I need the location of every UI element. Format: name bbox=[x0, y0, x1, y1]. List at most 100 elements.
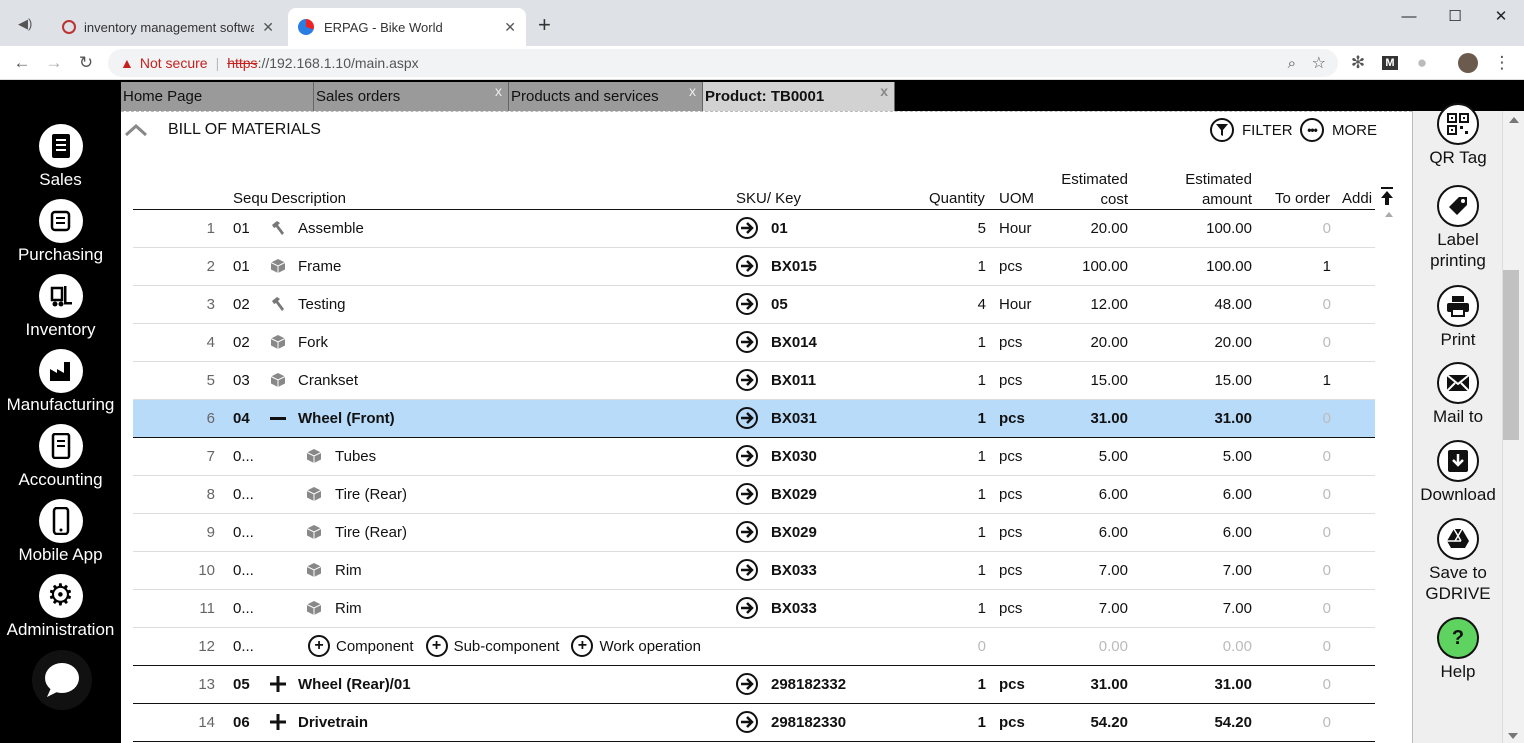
table-row[interactable]: 10 0... Rim BX033 1 pcs 7.00 7.00 0 bbox=[133, 552, 1375, 590]
extension-gear-icon[interactable]: ✻ bbox=[1346, 51, 1370, 75]
maximize-icon[interactable]: ☐ bbox=[1432, 0, 1478, 32]
row-estimated-amount: 100.00 bbox=[1206, 258, 1252, 275]
add-component-button[interactable]: + Component bbox=[308, 635, 414, 657]
security-status[interactable]: Not secure bbox=[140, 55, 208, 71]
print-button[interactable]: Print bbox=[1413, 285, 1503, 350]
close-tab-icon[interactable]: x bbox=[689, 83, 696, 99]
bookmark-star-icon[interactable]: ☆ bbox=[1312, 53, 1326, 73]
col-header-quantity[interactable]: Quantity bbox=[929, 190, 985, 207]
col-header-estimated-cost[interactable]: Estimated cost bbox=[1040, 170, 1128, 210]
tab-label: Sales orders bbox=[316, 88, 401, 105]
col-header-to-order[interactable]: To order bbox=[1275, 190, 1330, 207]
sidebar-item-label: Sales bbox=[39, 170, 82, 189]
col-header-estimated-amount[interactable]: Estimated amount bbox=[1160, 170, 1252, 210]
minimize-icon[interactable]: — bbox=[1386, 0, 1432, 32]
row-estimated-cost: 6.00 bbox=[1098, 486, 1128, 503]
browser-tab-inventory[interactable]: inventory management software ✕ bbox=[52, 8, 284, 46]
close-tab-icon[interactable]: x bbox=[880, 83, 888, 99]
sidebar-item-manufacturing[interactable]: Manufacturing bbox=[0, 349, 121, 415]
table-row[interactable]: 1 01 Assemble 01 5 Hour 20.00 100.00 0 bbox=[133, 210, 1375, 248]
open-item-arrow-icon[interactable] bbox=[736, 217, 758, 239]
collapse-chevron-icon[interactable] bbox=[124, 122, 148, 138]
col-header-additional[interactable]: Addi bbox=[1342, 190, 1375, 207]
chat-bubble-icon[interactable] bbox=[32, 650, 92, 710]
expand-plus-icon[interactable] bbox=[270, 676, 286, 692]
sidebar-item-inventory[interactable]: Inventory bbox=[0, 274, 121, 340]
close-tab-icon[interactable]: ✕ bbox=[262, 19, 274, 36]
save-to-gdrive-button[interactable]: Save to GDRIVE bbox=[1413, 518, 1503, 604]
sidebar-item-mobile-app[interactable]: Mobile App bbox=[0, 499, 121, 565]
download-button[interactable]: Download bbox=[1413, 440, 1503, 505]
label-printing-button[interactable]: Label printing bbox=[1413, 185, 1503, 271]
tab-products-and-services[interactable]: Products and services x bbox=[509, 82, 703, 111]
mail-to-button[interactable]: Mail to bbox=[1413, 362, 1503, 427]
row-number: 2 bbox=[206, 258, 215, 275]
row-estimated-cost: 31.00 bbox=[1090, 410, 1128, 427]
add-sub-component-button[interactable]: + Sub-component bbox=[425, 635, 559, 657]
audio-icon[interactable]: ◀) bbox=[18, 16, 32, 32]
tab-sales-orders[interactable]: Sales orders x bbox=[314, 82, 509, 111]
more-button[interactable]: ••• MORE bbox=[1300, 118, 1377, 142]
sidebar-item-accounting[interactable]: Accounting bbox=[0, 424, 121, 490]
forward-icon[interactable]: → bbox=[42, 51, 66, 75]
open-item-arrow-icon[interactable] bbox=[736, 673, 758, 695]
table-row[interactable]: 3 02 Testing 05 4 Hour 12.00 48.00 0 bbox=[133, 286, 1375, 324]
tab-product-tb0001[interactable]: Product: TB0001 x bbox=[703, 82, 895, 111]
browser-tab-erpag[interactable]: ERPAG - Bike World ✕ bbox=[288, 8, 526, 46]
warning-icon: ▲ bbox=[120, 55, 134, 71]
back-icon[interactable]: ← bbox=[10, 51, 34, 75]
sidebar-item-administration[interactable]: ⚙ Administration bbox=[0, 574, 121, 640]
qr-tag-button[interactable]: QR Tag bbox=[1413, 103, 1503, 168]
open-item-arrow-icon[interactable] bbox=[736, 483, 758, 505]
col-header-uom[interactable]: UOM bbox=[999, 190, 1034, 207]
new-tab-button[interactable]: + bbox=[538, 12, 551, 38]
table-row[interactable]: 7 0... Tubes BX030 1 pcs 5.00 5.00 0 bbox=[133, 438, 1375, 476]
table-row[interactable]: 11 0... Rim BX033 1 pcs 7.00 7.00 0 bbox=[133, 590, 1375, 628]
sidebar-item-sales[interactable]: Sales bbox=[0, 124, 121, 190]
expand-plus-icon[interactable] bbox=[270, 714, 286, 730]
open-item-arrow-icon[interactable] bbox=[736, 255, 758, 277]
collapse-minus-icon[interactable] bbox=[270, 410, 286, 426]
table-row[interactable]: 5 03 Crankset BX011 1 pcs 15.00 15.00 1 bbox=[133, 362, 1375, 400]
close-window-icon[interactable]: ✕ bbox=[1478, 0, 1524, 32]
close-tab-icon[interactable]: ✕ bbox=[504, 19, 516, 36]
table-row[interactable]: 4 02 Fork BX014 1 pcs 20.00 20.00 0 bbox=[133, 324, 1375, 362]
col-header-line: Estimated bbox=[1061, 171, 1128, 188]
open-item-arrow-icon[interactable] bbox=[736, 521, 758, 543]
open-item-arrow-icon[interactable] bbox=[736, 559, 758, 581]
table-row[interactable]: 2 01 Frame BX015 1 pcs 100.00 100.00 1 bbox=[133, 248, 1375, 286]
sidebar-item-purchasing[interactable]: Purchasing bbox=[0, 199, 121, 265]
open-item-arrow-icon[interactable] bbox=[736, 597, 758, 619]
open-item-arrow-icon[interactable] bbox=[736, 293, 758, 315]
table-row[interactable]: 9 0... Tire (Rear) BX029 1 pcs 6.00 6.00 0 bbox=[133, 514, 1375, 552]
browser-tab-strip: ◀) inventory management software ✕ ERPAG… bbox=[0, 0, 1524, 46]
reload-icon[interactable]: ↻ bbox=[74, 51, 98, 75]
table-row[interactable]: 6 04 Wheel (Front) BX031 1 pcs 31.00 31.00 0 bbox=[133, 400, 1375, 438]
col-header-seq[interactable]: Sequ bbox=[233, 190, 268, 207]
filter-button[interactable]: FILTER bbox=[1210, 118, 1293, 142]
open-item-arrow-icon[interactable] bbox=[736, 711, 758, 733]
table-row[interactable]: 8 0... Tire (Rear) BX029 1 pcs 6.00 6.00 0 bbox=[133, 476, 1375, 514]
table-row[interactable]: 13 05 Wheel (Rear)/01 298182332 1 pcs 31.00 31.… bbox=[133, 666, 1375, 704]
open-item-arrow-icon[interactable] bbox=[736, 331, 758, 353]
menu-kebab-icon[interactable]: ⋮ bbox=[1490, 51, 1514, 75]
col-header-sku[interactable]: SKU/ Key bbox=[736, 190, 801, 207]
profile-avatar[interactable] bbox=[1456, 51, 1480, 75]
url-field[interactable]: ▲ Not secure | https ://192.168.1.10/mai… bbox=[108, 49, 1338, 77]
help-button[interactable]: ? Help bbox=[1413, 617, 1503, 682]
open-item-arrow-icon[interactable] bbox=[736, 369, 758, 391]
extension-circle-icon[interactable]: ● bbox=[1410, 51, 1434, 75]
table-row[interactable]: 14 06 Drivetrain 298182330 1 pcs 54.20 54.20 0 bbox=[133, 704, 1375, 742]
row-sku: BX031 bbox=[771, 410, 817, 427]
scroll-to-top-icon[interactable] bbox=[1380, 186, 1394, 206]
col-header-description[interactable]: Description bbox=[271, 190, 346, 207]
zoom-icon[interactable]: ⌕ bbox=[1288, 55, 1296, 72]
tab-home-page[interactable]: Home Page bbox=[121, 82, 314, 111]
add-work-operation-button[interactable]: + Work operation bbox=[571, 635, 701, 657]
open-item-arrow-icon[interactable] bbox=[736, 407, 758, 429]
table-scroll-track[interactable] bbox=[1384, 212, 1394, 743]
extension-m-icon[interactable]: M bbox=[1378, 51, 1402, 75]
scrollbar-thumb[interactable] bbox=[1503, 270, 1519, 440]
open-item-arrow-icon[interactable] bbox=[736, 445, 758, 467]
close-tab-icon[interactable]: x bbox=[495, 83, 502, 99]
